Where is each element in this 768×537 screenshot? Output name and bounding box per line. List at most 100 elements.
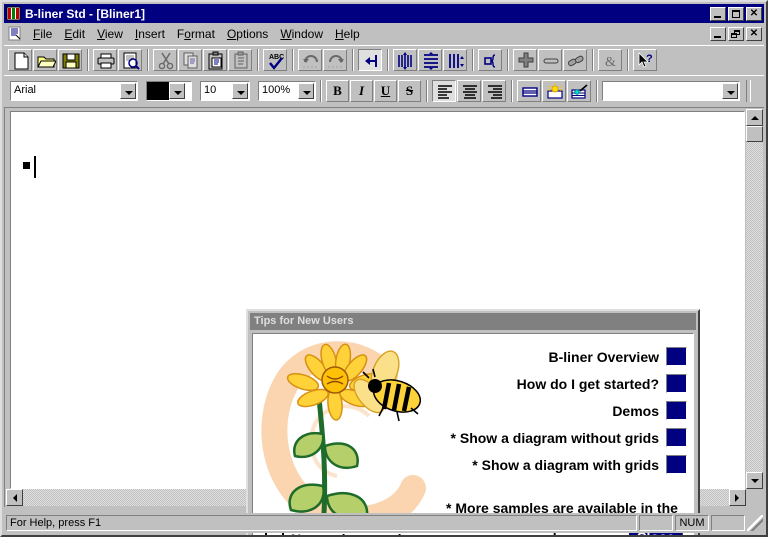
bold-button[interactable]: B: [326, 79, 349, 102]
style-name-value: [603, 81, 722, 100]
dialog-title: Tips for New Users: [250, 313, 696, 330]
tip-label: How do I get started?: [516, 375, 659, 392]
mdi-close-button[interactable]: ✕: [746, 26, 762, 41]
tip-row: How do I get started?: [443, 373, 687, 394]
promote-node-button[interactable]: [358, 48, 382, 71]
demos-button[interactable]: [666, 401, 687, 420]
context-help-button[interactable]: ?: [633, 48, 657, 71]
chevron-down-icon[interactable]: [298, 82, 314, 99]
close-button[interactable]: ✕: [746, 6, 762, 21]
align-vertical-button[interactable]: [393, 48, 417, 71]
status-pane-right: [711, 515, 745, 531]
zoom-combo[interactable]: 100%: [258, 80, 316, 101]
font-size-combo[interactable]: 10: [200, 80, 250, 101]
mdi-client-area: Tips for New Users B-liner Overview How …: [4, 107, 764, 535]
print-button[interactable]: [93, 48, 117, 71]
print-preview-button[interactable]: [118, 48, 142, 71]
get-started-button[interactable]: [666, 374, 687, 393]
strikethrough-button[interactable]: S: [398, 79, 421, 102]
distribute-columns-button[interactable]: [443, 48, 467, 71]
window-controls: ✕: [710, 6, 764, 21]
paste-special-button: [228, 48, 252, 71]
menu-help[interactable]: Help: [329, 25, 366, 43]
copy-button: [178, 48, 202, 71]
tips-list: B-liner Overview How do I get started? D…: [443, 346, 687, 481]
font-color-combo[interactable]: [146, 80, 192, 101]
tip-row: Demos: [443, 400, 687, 421]
fill-color-button[interactable]: [517, 79, 541, 102]
font-name-combo[interactable]: Arial: [10, 80, 138, 101]
menu-file[interactable]: File: [27, 25, 58, 43]
mdi-minimize-button[interactable]: [710, 26, 726, 41]
status-pane-left: [639, 515, 673, 531]
scroll-up-button[interactable]: [746, 109, 763, 126]
spell-check-button[interactable]: ABC: [263, 48, 287, 71]
window-title: B-liner Std - [Bliner1]: [25, 6, 146, 21]
overview-button[interactable]: [666, 347, 687, 366]
minimize-button[interactable]: [710, 6, 726, 21]
ampersand-button: &: [598, 48, 622, 71]
italic-button[interactable]: I: [350, 79, 373, 102]
svg-text:&: &: [605, 55, 616, 70]
tip-label: Demos: [612, 402, 659, 419]
text-caret: [34, 156, 36, 178]
toolbar-separator: [507, 48, 509, 71]
distribute-rows-button[interactable]: [418, 48, 442, 71]
status-message: For Help, press F1: [6, 515, 637, 531]
chevron-down-icon[interactable]: [232, 82, 248, 99]
align-right-button[interactable]: [482, 79, 506, 102]
title-bar: B-liner Std - [Bliner1] ✕: [4, 4, 764, 23]
menu-insert[interactable]: Insert: [129, 25, 171, 43]
resize-grip[interactable]: [747, 515, 763, 531]
connector-line-button[interactable]: [538, 48, 562, 71]
menu-options[interactable]: Options: [221, 25, 274, 43]
move-node-button[interactable]: [513, 48, 537, 71]
tip-row: * Show a diagram without grids: [443, 427, 687, 448]
tip-label: B-liner Overview: [548, 348, 660, 365]
document-icon[interactable]: [7, 26, 23, 42]
mdi-restore-button[interactable]: [728, 26, 744, 41]
align-center-button[interactable]: [457, 79, 481, 102]
chevron-down-icon[interactable]: [120, 82, 136, 99]
toolbar-separator: [472, 48, 474, 71]
new-document-button[interactable]: [8, 48, 32, 71]
standard-toolbar: ABC & ?: [4, 45, 764, 73]
formatting-toolbar: Arial 10 100% B I U S: [4, 75, 764, 105]
toolbar-separator: [426, 79, 428, 102]
scroll-left-button[interactable]: [6, 489, 23, 506]
menu-format[interactable]: Format: [171, 25, 221, 43]
cut-button: [153, 48, 177, 71]
scroll-down-button[interactable]: [746, 472, 763, 489]
vertical-scroll-track[interactable]: [746, 126, 763, 472]
diagram-with-grids-button[interactable]: [666, 455, 687, 474]
chevron-down-icon[interactable]: [169, 82, 185, 99]
diagram-no-grids-button[interactable]: [666, 428, 687, 447]
paste-button[interactable]: [203, 48, 227, 71]
redo-button: [323, 48, 347, 71]
chain-link-button[interactable]: [563, 48, 587, 71]
chevron-down-icon[interactable]: [722, 82, 738, 99]
menu-window[interactable]: Window: [274, 25, 329, 43]
menu-view[interactable]: View: [91, 25, 129, 43]
scroll-right-button[interactable]: [729, 489, 746, 506]
align-left-button[interactable]: [432, 79, 456, 102]
vertical-scrollbar[interactable]: [746, 109, 763, 489]
save-button[interactable]: [58, 48, 82, 71]
open-folder-button[interactable]: [33, 48, 57, 71]
box-properties-button[interactable]: [478, 48, 502, 71]
toolbar-separator: [511, 79, 513, 102]
mdi-window-controls: ✕: [710, 26, 764, 41]
tip-row: B-liner Overview: [443, 346, 687, 367]
style-button[interactable]: [567, 79, 591, 102]
menu-edit[interactable]: Edit: [58, 25, 91, 43]
highlight-button[interactable]: [542, 79, 566, 102]
document-bullet: [23, 162, 30, 169]
style-name-combo[interactable]: [602, 80, 740, 101]
vertical-scroll-thumb[interactable]: [746, 126, 763, 142]
undo-button: [298, 48, 322, 71]
maximize-button[interactable]: [728, 6, 744, 21]
toolbar-separator: [592, 48, 594, 71]
bliner-icon: [6, 6, 22, 21]
font-name-value: Arial: [11, 81, 120, 100]
underline-button[interactable]: U: [374, 79, 397, 102]
